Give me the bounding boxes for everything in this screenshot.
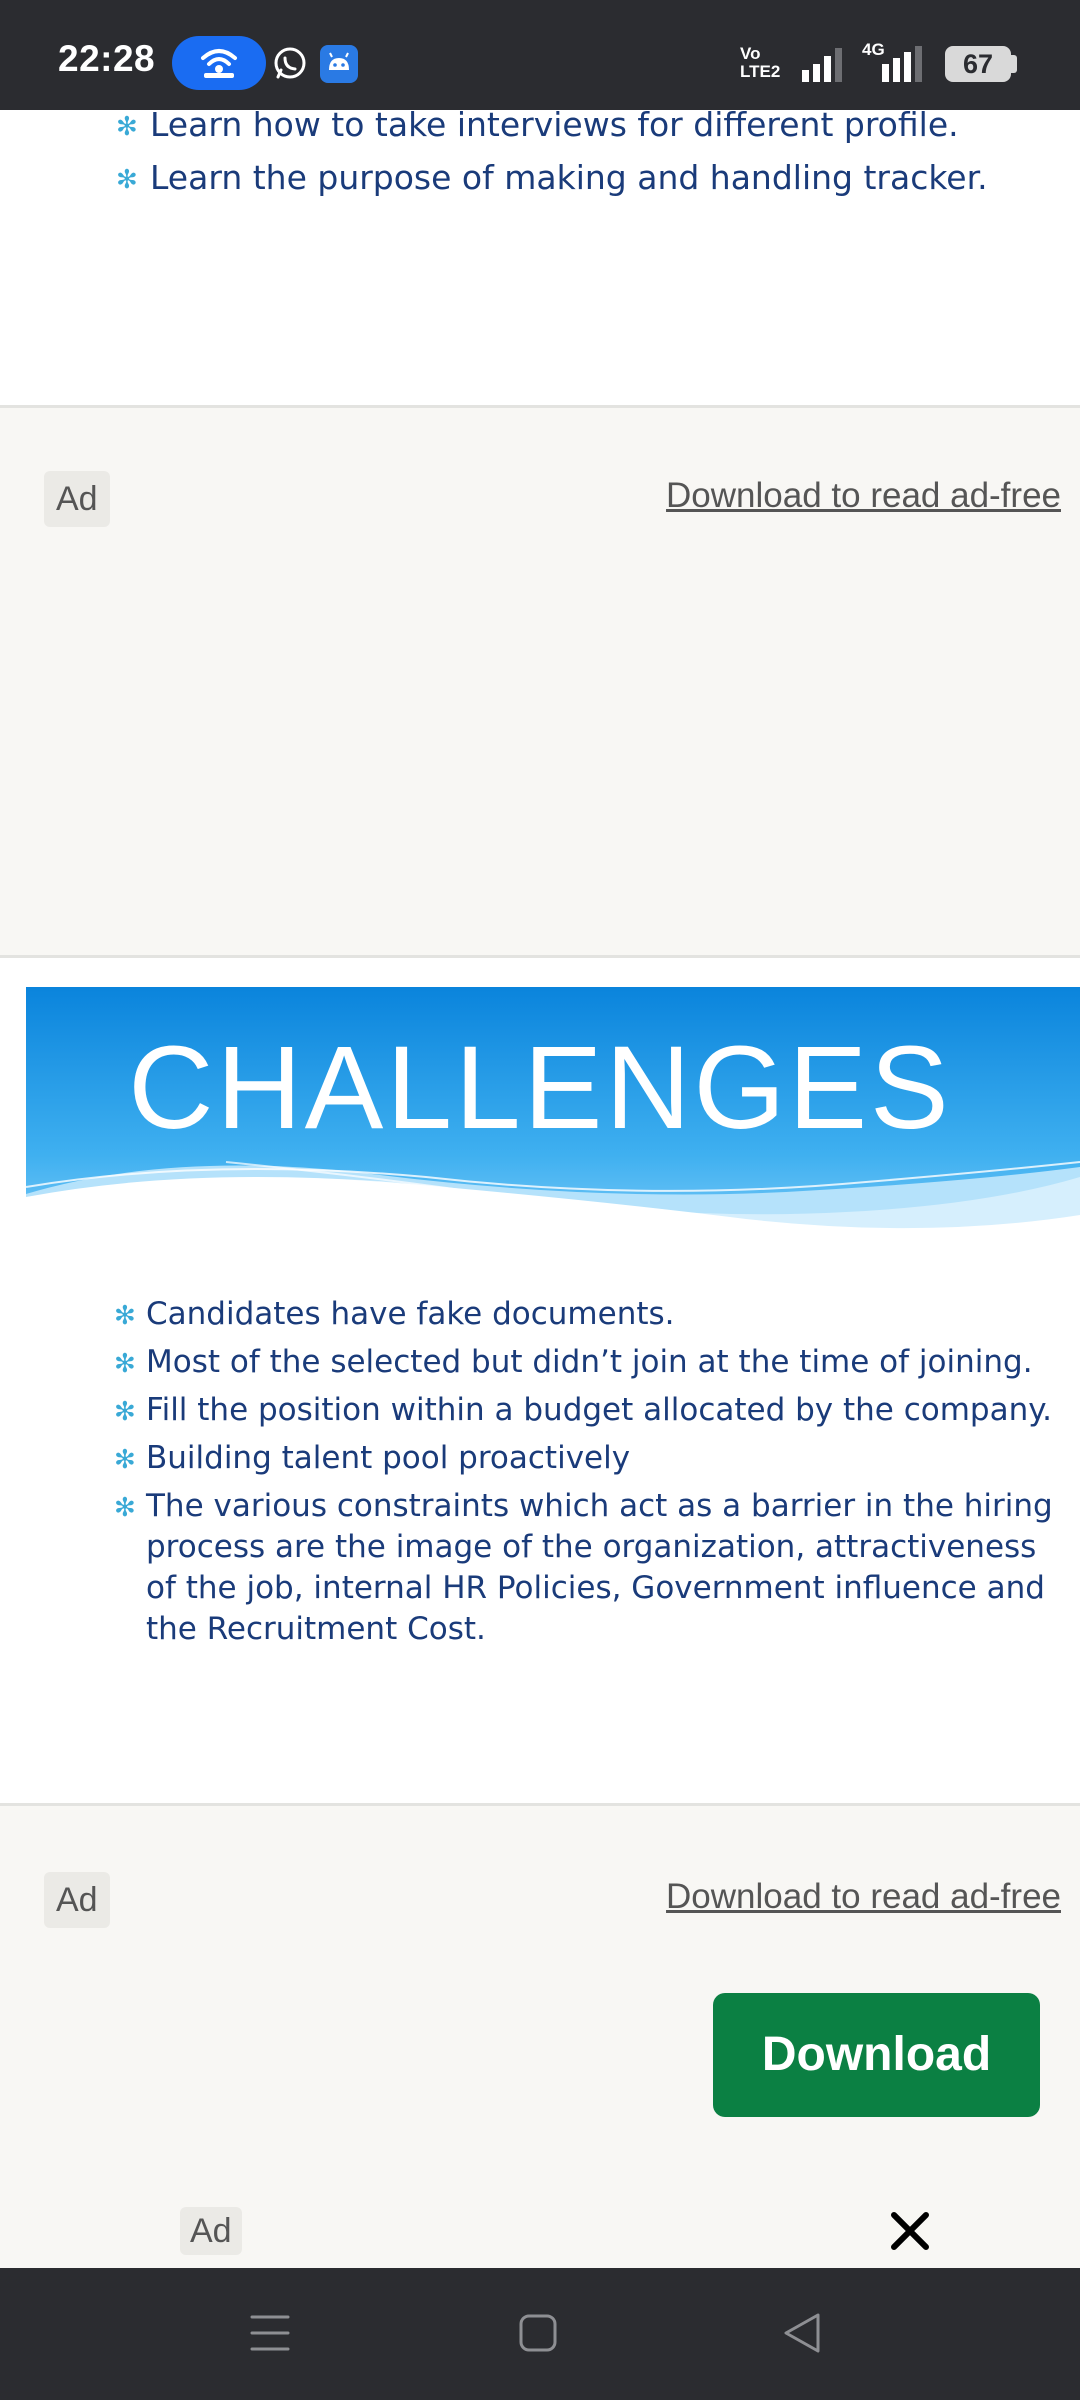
android-notification [320,45,358,83]
bullet-star-icon: ✻ [114,1301,136,1331]
status-bar: 22:28 Vo LTE2 4G 67 [0,0,1080,110]
status-time: 22:28 [58,38,156,79]
android-icon [329,52,349,70]
challenge-item-line: process are the image of the organizatio… [146,1529,1037,1565]
volte-top: Vo [740,44,761,63]
signal-icon [802,48,842,82]
volte-indicator: Vo LTE2 [740,45,780,81]
back-icon[interactable] [782,2312,822,2354]
bullet-star-icon: ✻ [114,1493,136,1523]
menu-icon[interactable] [250,2313,290,2353]
challenge-item: Fill the position within a budget alloca… [146,1392,1053,1428]
challenge-item-line: of the job, internal HR Policies, Govern… [146,1570,1045,1606]
volte-bottom: LTE2 [740,62,781,81]
close-icon[interactable] [886,2207,934,2255]
ad-badge: Ad [44,471,110,527]
whatsapp-icon [274,47,306,79]
home-icon[interactable] [518,2313,558,2353]
ad-badge: Ad [44,1872,110,1928]
slide-bullet: Learn how to take interviews for differe… [150,105,959,144]
bullet-star-icon: ✻ [116,112,138,142]
download-ad-free-link[interactable]: Download to read ad-free [666,1877,1061,1917]
wifi-hotspot-icon [201,49,237,78]
battery-tip [1011,55,1017,73]
bullet-star-icon: ✻ [116,165,138,195]
ad-panel: Ad Download to read ad-free [0,405,1080,958]
signal-icon-2 [882,46,922,82]
bullet-star-icon: ✻ [114,1349,136,1379]
challenge-item: Building talent pool proactively [146,1440,631,1476]
bullet-star-icon: ✻ [114,1445,136,1475]
challenge-item: Most of the selected but didn’t join at … [146,1344,1033,1380]
hotspot-indicator [172,36,266,90]
download-ad-free-link[interactable]: Download to read ad-free [666,476,1061,516]
challenge-item: Candidates have fake documents. [146,1296,675,1332]
challenge-item: The various constraints which act as a b… [146,1486,1053,1650]
navigation-bar [0,2268,1080,2400]
challenge-item-line: the Recruitment Cost. [146,1611,486,1647]
slide-bullet: Learn the purpose of making and handling… [150,158,988,197]
slide-title: CHALLENGES [128,1022,952,1154]
battery-indicator: 67 [945,46,1011,82]
ad-badge: Ad [180,2207,242,2255]
bullet-star-icon: ✻ [114,1397,136,1427]
challenge-item-line: The various constraints which act as a b… [146,1488,1053,1524]
download-button[interactable]: Download [713,1993,1040,2117]
